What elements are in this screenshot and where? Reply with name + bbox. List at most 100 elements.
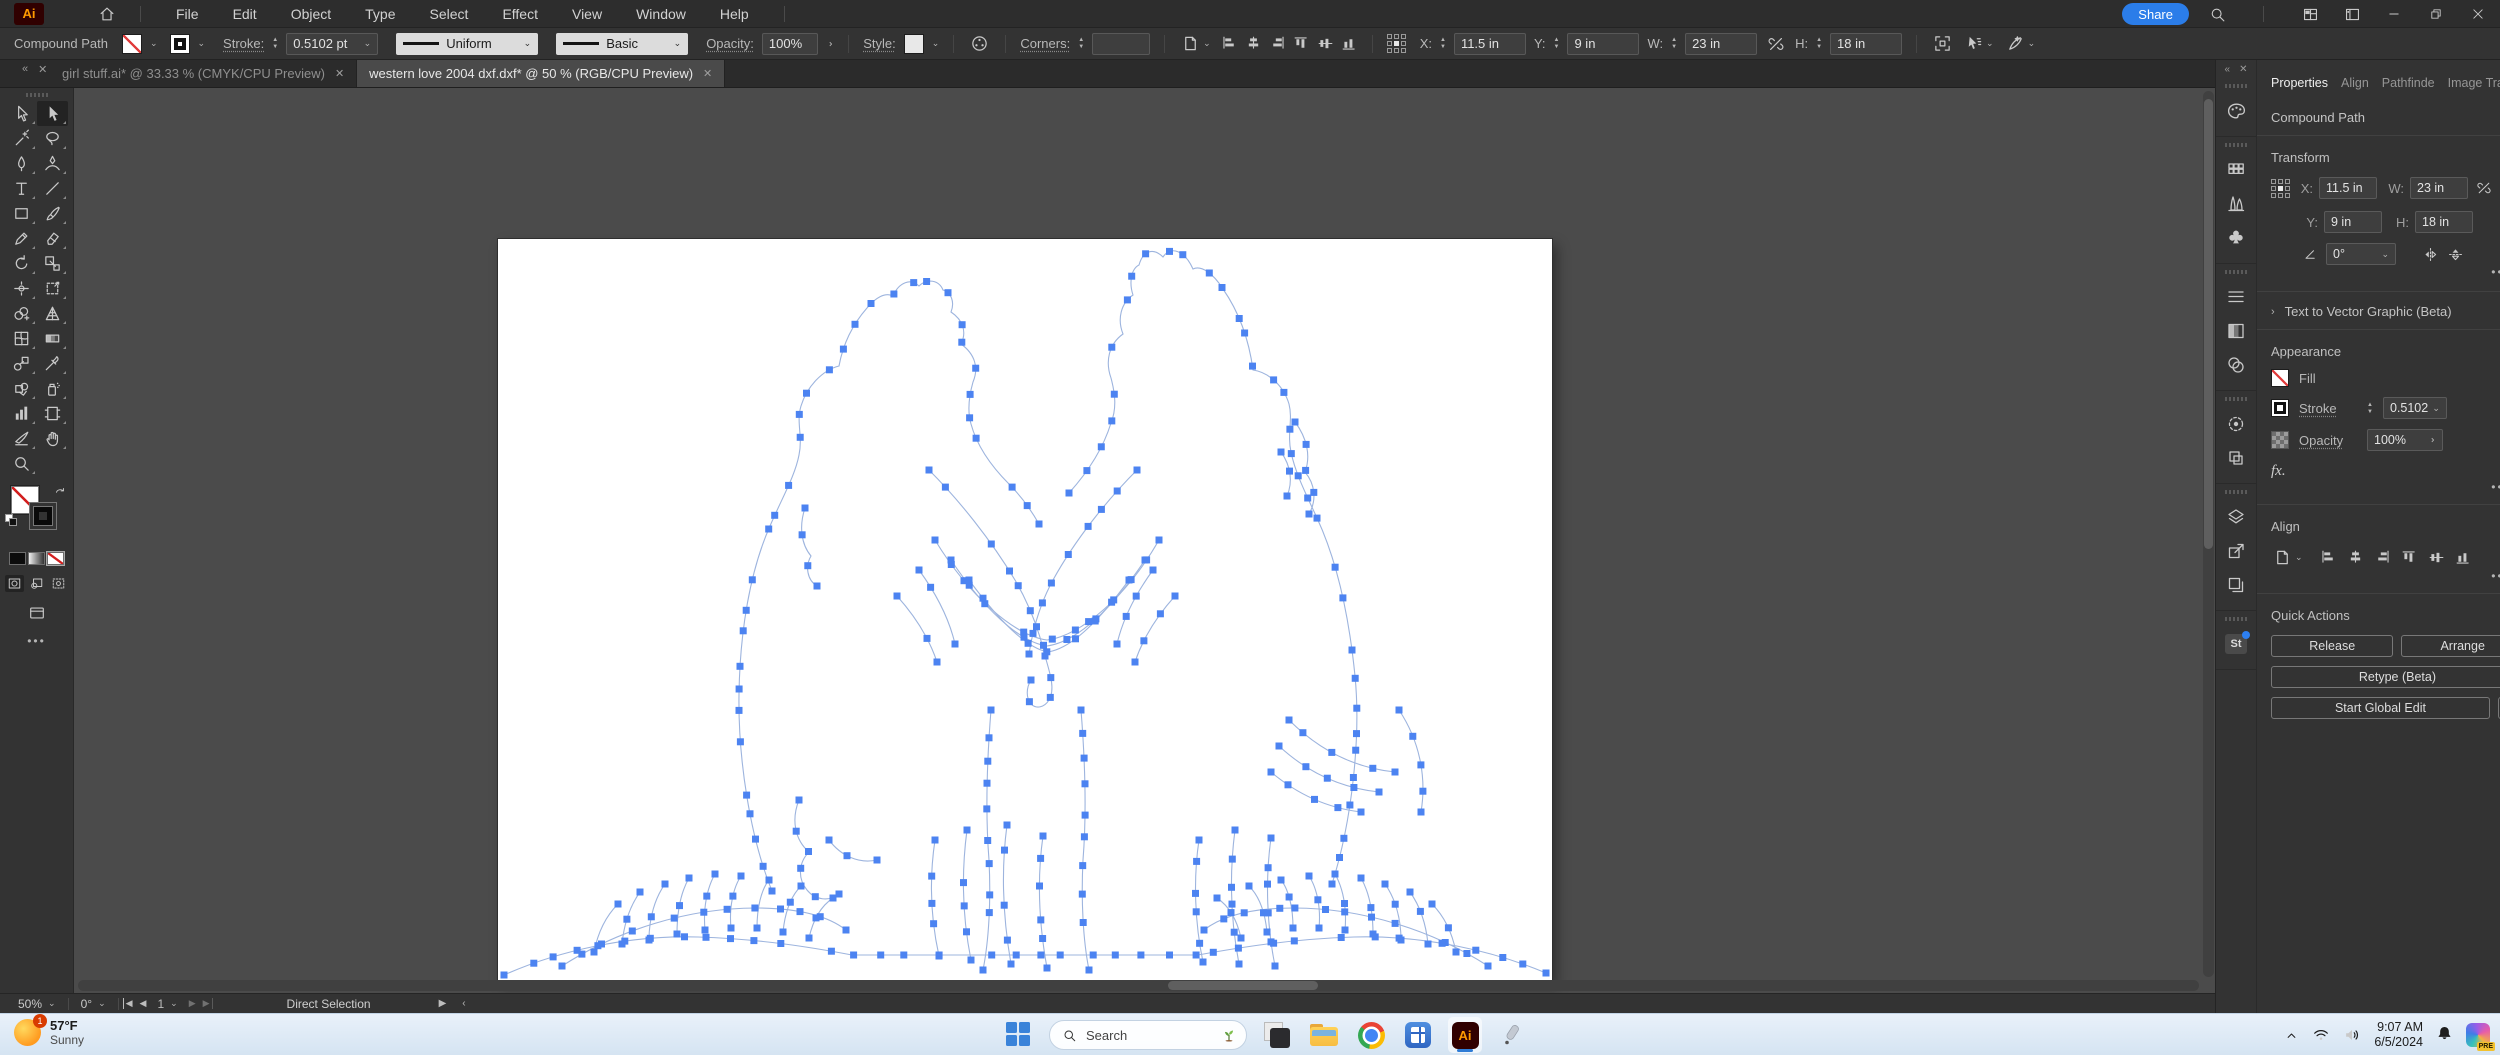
rotation-angle-field[interactable]: 0° ⌄	[2326, 243, 2396, 265]
column-graph-tool[interactable]	[6, 401, 37, 426]
windows-start-icon[interactable]	[1002, 1017, 1036, 1053]
artboard-number-dropdown[interactable]: 1 ⌄	[153, 994, 181, 1014]
align-left-icon[interactable]	[1221, 35, 1238, 52]
panel-reference-point-grid[interactable]	[2271, 178, 2290, 198]
h-field[interactable]: 18 in	[1830, 32, 1903, 55]
direct-selection-tool[interactable]	[36, 101, 68, 126]
gradient-button[interactable]	[28, 552, 45, 565]
rotate-tool[interactable]	[6, 251, 37, 276]
close-tab-icon[interactable]: ✕	[335, 67, 344, 80]
opacity-expand-icon[interactable]: ⌄	[824, 39, 835, 47]
weather-widget[interactable]: 1 57°F Sunny	[14, 1014, 84, 1047]
rotation-dropdown[interactable]: 0° ⌄	[73, 994, 114, 1014]
align-more-icon[interactable]: •••	[2491, 569, 2500, 583]
magic-wand-tool[interactable]	[6, 126, 37, 151]
status-expand-icon[interactable]: ▶	[439, 998, 447, 1009]
zoom-tool[interactable]	[6, 451, 37, 476]
workspace-layout-icon[interactable]	[2296, 1, 2324, 27]
menu-view[interactable]: View	[555, 0, 619, 28]
align-middle-v-icon[interactable]	[1317, 35, 1334, 52]
panel-h-field[interactable]: 18 in	[2415, 211, 2473, 233]
align-center-h-icon[interactable]	[2347, 549, 2364, 566]
dark-app-icon[interactable]	[1260, 1017, 1294, 1053]
panel-constrain-icon[interactable]	[2476, 180, 2492, 196]
app-search-icon[interactable]	[2203, 1, 2231, 27]
next-artboard-icon[interactable]: ▶	[189, 998, 196, 1009]
appearance-opacity-label[interactable]: Opacity	[2299, 433, 2357, 448]
menu-effect[interactable]: Effect	[485, 0, 555, 28]
y-stepper[interactable]: ▲ ▼	[1554, 37, 1560, 50]
recolor-artwork-icon[interactable]	[968, 32, 991, 55]
align-top-icon[interactable]	[1293, 35, 1310, 52]
pen-tool[interactable]	[6, 151, 37, 176]
flip-horizontal-icon[interactable]	[2422, 246, 2439, 263]
menu-edit[interactable]: Edit	[216, 0, 274, 28]
x-field[interactable]: 11.5 in	[1453, 32, 1526, 55]
shape-builder-tool[interactable]	[6, 301, 37, 326]
panel-x-field[interactable]: 11.5 in	[2319, 177, 2377, 199]
stroke-chevron-icon[interactable]: ⌄	[198, 39, 206, 48]
close-tab-icon[interactable]: ✕	[703, 67, 712, 80]
brush-definition-dropdown[interactable]: Basic ⌄	[556, 32, 689, 55]
style-chevron-icon[interactable]: ⌄	[932, 39, 940, 48]
stroke-weight-field[interactable]: 0.5102 pt ⌄	[286, 32, 379, 55]
align-bottom-icon[interactable]	[2455, 549, 2472, 566]
flip-vertical-icon[interactable]	[2447, 246, 2464, 263]
slice-tool[interactable]	[6, 426, 37, 451]
brushes-panel-icon[interactable]	[2216, 187, 2256, 221]
taskbar-search-input[interactable]: Search	[1049, 1020, 1247, 1050]
swatches-panel-icon[interactable]	[2216, 153, 2256, 187]
swap-fill-stroke-icon[interactable]	[53, 486, 67, 500]
opacity-field[interactable]: 100%	[761, 32, 818, 55]
align-left-icon[interactable]	[2320, 549, 2337, 566]
draw-inside-icon[interactable]	[49, 575, 68, 592]
stroke-panel-icon[interactable]	[2216, 280, 2256, 314]
eraser-tool[interactable]	[37, 226, 68, 251]
align-center-h-icon[interactable]	[1245, 35, 1262, 52]
width-tool[interactable]	[6, 276, 37, 301]
zoom-level-dropdown[interactable]: 50% ⌄	[10, 994, 64, 1014]
select-similar-icon[interactable]: ⌄	[1962, 32, 1996, 55]
gradient-tool[interactable]	[37, 326, 68, 351]
width-profile-dropdown[interactable]: Uniform ⌄	[396, 32, 539, 55]
h-stepper[interactable]: ▲ ▼	[1816, 37, 1822, 50]
copilot-icon[interactable]: PRE	[2466, 1023, 2495, 1051]
corners-label[interactable]: Corners:	[1020, 36, 1070, 51]
home-icon[interactable]	[92, 5, 122, 23]
perspective-grid-tool[interactable]	[37, 301, 68, 326]
appearance-more-icon[interactable]: •••	[2491, 480, 2500, 494]
align-right-icon[interactable]	[1269, 35, 1286, 52]
toolbar-grip[interactable]	[25, 93, 48, 97]
previous-artboard-icon[interactable]: ◀	[140, 998, 147, 1009]
artboard-tool[interactable]	[37, 401, 68, 426]
panel-w-field[interactable]: 23 in	[2410, 177, 2468, 199]
edit-options-icon[interactable]: ⌄	[2004, 32, 2038, 55]
color-button[interactable]	[9, 552, 26, 565]
w-field[interactable]: 23 in	[1685, 32, 1758, 55]
volume-icon[interactable]	[2343, 1026, 2361, 1044]
vertical-scrollbar[interactable]	[2203, 91, 2214, 977]
arrange-button[interactable]: Arrange	[2401, 635, 2500, 657]
corners-stepper[interactable]: ▲ ▼	[1078, 37, 1084, 50]
taskbar-clock[interactable]: 9:07 AM 6/5/2024	[2374, 1020, 2423, 1050]
free-transform-tool[interactable]	[37, 276, 68, 301]
symbol-sprayer-tool[interactable]	[37, 376, 68, 401]
start-global-edit-button[interactable]: Start Global Edit	[2271, 697, 2490, 719]
transform-more-icon[interactable]: •••	[2491, 265, 2500, 279]
align-top-icon[interactable]	[2401, 549, 2418, 566]
menu-window[interactable]: Window	[619, 0, 703, 28]
appearance-stroke-field[interactable]: 0.5102 ⌄	[2382, 397, 2447, 419]
symbols-panel-icon[interactable]	[2216, 221, 2256, 255]
panel-tab-image-tra[interactable]: Image Tra	[2448, 76, 2500, 90]
appearance-opacity-swatch[interactable]	[2271, 431, 2289, 449]
status-collapse-icon[interactable]: ‹	[462, 998, 465, 1009]
collapse-dock-icon[interactable]: «	[2225, 64, 2231, 78]
restore-button[interactable]	[2422, 1, 2450, 27]
release-button[interactable]: Release	[2271, 635, 2394, 657]
stock-panel-icon[interactable]: St	[2216, 627, 2256, 661]
file-explorer-icon[interactable]	[1307, 1017, 1341, 1053]
none-button[interactable]	[46, 551, 65, 566]
wifi-icon[interactable]	[2312, 1026, 2330, 1044]
transparency-panel-icon[interactable]	[2216, 348, 2256, 382]
stroke-weight-label[interactable]: Stroke:	[223, 36, 264, 51]
